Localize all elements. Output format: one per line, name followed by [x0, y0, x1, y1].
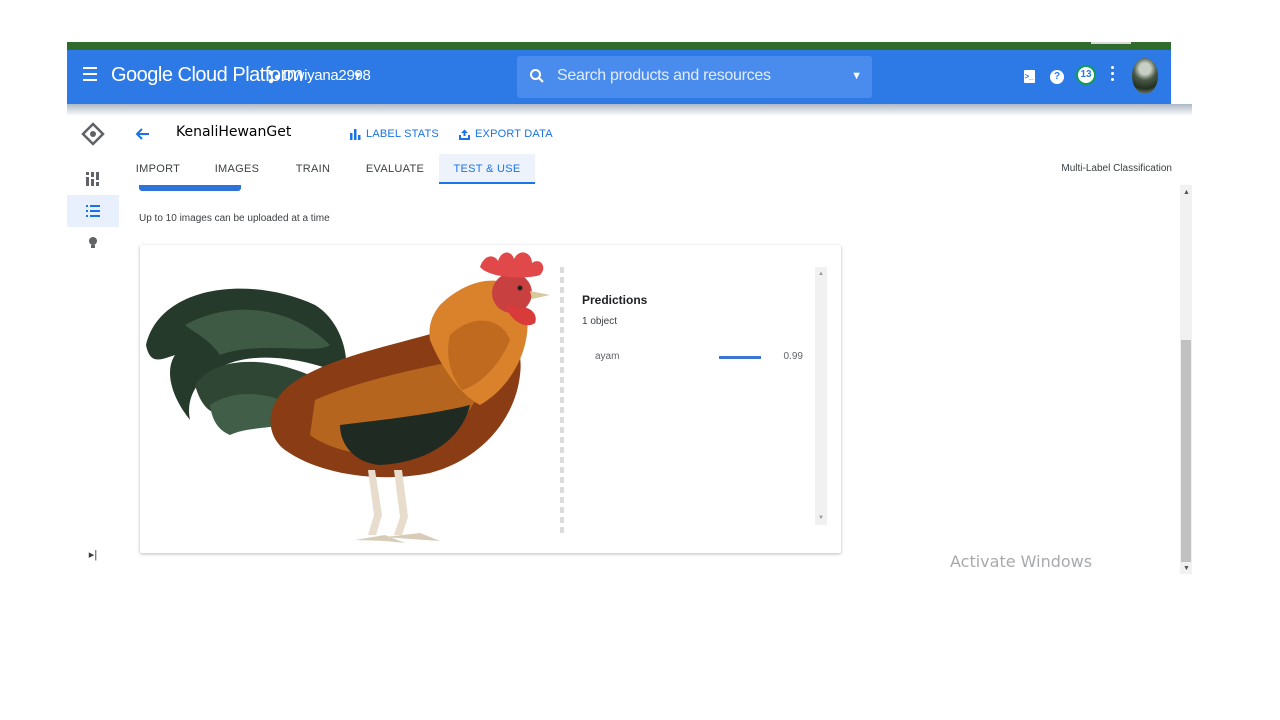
- avatar[interactable]: [1132, 58, 1158, 94]
- scroll-up-icon[interactable]: ▲: [818, 271, 824, 277]
- topbar-shadow: [67, 104, 1192, 116]
- notification-count: 13: [1078, 67, 1094, 83]
- more-vert-icon[interactable]: [1111, 66, 1115, 84]
- window-titlebar: [67, 42, 1171, 50]
- prediction-row: ayam 0.99: [595, 345, 805, 367]
- expand-sidebar-icon[interactable]: ▸|: [67, 538, 119, 570]
- export-data-button[interactable]: EXPORT DATA: [459, 128, 553, 140]
- image-divider: [560, 267, 564, 535]
- tab-import[interactable]: IMPORT: [127, 154, 189, 184]
- tab-images[interactable]: IMAGES: [205, 154, 269, 184]
- uploaded-rooster-image: [146, 252, 550, 543]
- upload-icon: [459, 129, 470, 140]
- main-content: Up to 10 images can be uploaded at a tim…: [119, 185, 1180, 574]
- browser-frame: Google Cloud Platform Dwiyana2998 ▼ Sear…: [67, 42, 1192, 574]
- upload-images-button[interactable]: [139, 185, 241, 191]
- model-type-label: Multi-Label Classification: [1061, 163, 1172, 174]
- predictions-count: 1 object: [582, 316, 618, 327]
- label-stats-label: LABEL STATS: [366, 128, 439, 140]
- scroll-up-icon[interactable]: ▲: [1183, 189, 1190, 196]
- main-scrollbar[interactable]: ▲ ▼: [1180, 185, 1192, 574]
- scrollbar-thumb[interactable]: [1181, 340, 1191, 562]
- prediction-label: ayam: [595, 351, 620, 362]
- datasets-list-icon[interactable]: [67, 195, 119, 227]
- hamburger-menu-icon[interactable]: [83, 67, 97, 81]
- dataset-header: KenaliHewanGet LABEL STATS EXPORT DATA: [119, 116, 1192, 155]
- activate-windows-watermark: Activate Windows: [950, 552, 1093, 571]
- dataset-name: KenaliHewanGet: [176, 124, 292, 140]
- label-stats-button[interactable]: LABEL STATS: [350, 128, 439, 140]
- tab-bar: IMPORT IMAGES TRAIN EVALUATE TEST & USE …: [119, 154, 1192, 186]
- tab-evaluate[interactable]: EVALUATE: [355, 154, 435, 184]
- dashboard-icon[interactable]: [67, 163, 119, 195]
- back-arrow-icon[interactable]: [135, 126, 151, 142]
- search-placeholder: Search products and resources: [557, 67, 771, 84]
- upload-hint: Up to 10 images can be uploaded at a tim…: [139, 213, 330, 224]
- search-dropdown-icon[interactable]: ▼: [851, 70, 862, 82]
- bar-chart-icon: [350, 128, 361, 140]
- prediction-score: 0.99: [783, 351, 803, 362]
- tab-handle: [1091, 42, 1131, 44]
- scroll-down-icon[interactable]: ▼: [818, 515, 824, 521]
- tab-test-and-use[interactable]: TEST & USE: [439, 154, 535, 184]
- gcp-topbar: Google Cloud Platform Dwiyana2998 ▼ Sear…: [67, 50, 1171, 104]
- side-nav: ▸|: [67, 116, 120, 574]
- lightbulb-icon[interactable]: [67, 227, 119, 259]
- tab-train[interactable]: TRAIN: [285, 154, 341, 184]
- search-bar[interactable]: Search products and resources ▼: [517, 56, 872, 98]
- search-icon: [529, 68, 545, 84]
- help-icon[interactable]: ?: [1047, 65, 1067, 85]
- notifications-button[interactable]: 13: [1076, 65, 1096, 85]
- scroll-down-icon[interactable]: ▼: [1183, 565, 1190, 572]
- project-icon: [268, 70, 280, 84]
- predictions-scrollbar[interactable]: ▲ ▼: [815, 267, 827, 525]
- prediction-card: Predictions 1 object ayam 0.99 ▲ ▼: [140, 245, 841, 553]
- predictions-title: Predictions: [582, 293, 648, 307]
- automl-vision-logo-icon[interactable]: [67, 118, 119, 150]
- export-data-label: EXPORT DATA: [475, 128, 553, 140]
- prediction-score-bar: [719, 356, 761, 359]
- chevron-down-icon[interactable]: ▼: [352, 70, 363, 82]
- cloud-shell-icon[interactable]: >_: [1019, 65, 1039, 85]
